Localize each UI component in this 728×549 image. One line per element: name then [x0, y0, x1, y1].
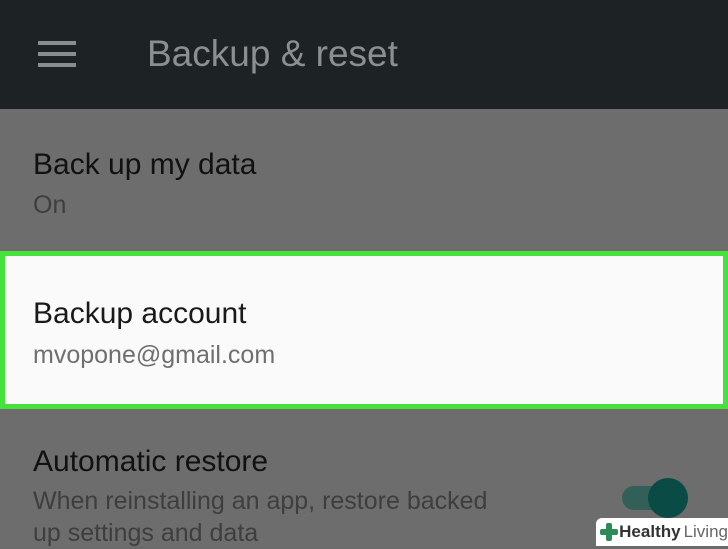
app-bar: Backup & reset	[0, 0, 728, 109]
plus-cross-icon	[600, 523, 619, 541]
automatic-restore-title: Automatic restore	[33, 445, 269, 478]
backup-account-title: Backup account	[33, 297, 247, 330]
back-up-my-data-setting[interactable]: Back up my data On	[0, 109, 728, 251]
back-up-my-data-summary: On	[33, 191, 67, 219]
page-title: Backup & reset	[147, 33, 398, 74]
menu-line	[38, 41, 76, 45]
healthy-living-watermark: Healthy Living	[596, 518, 728, 546]
back-up-my-data-title: Back up my data	[33, 148, 257, 181]
menu-line	[38, 52, 76, 56]
watermark-brand-light: Living	[683, 522, 728, 541]
hamburger-menu-icon[interactable]	[38, 41, 76, 67]
automatic-restore-summary-line1: When reinstalling an app, restore backed	[33, 487, 488, 515]
automatic-restore-summary-line2: up settings and data	[33, 519, 259, 547]
toggle-thumb	[648, 478, 688, 518]
automatic-restore-toggle[interactable]	[622, 478, 690, 518]
backup-account-setting[interactable]: Backup account mvopone@gmail.com	[0, 251, 728, 409]
menu-line	[38, 63, 76, 67]
watermark-brand-bold: Healthy	[619, 522, 681, 541]
backup-account-summary: mvopone@gmail.com	[33, 341, 276, 369]
